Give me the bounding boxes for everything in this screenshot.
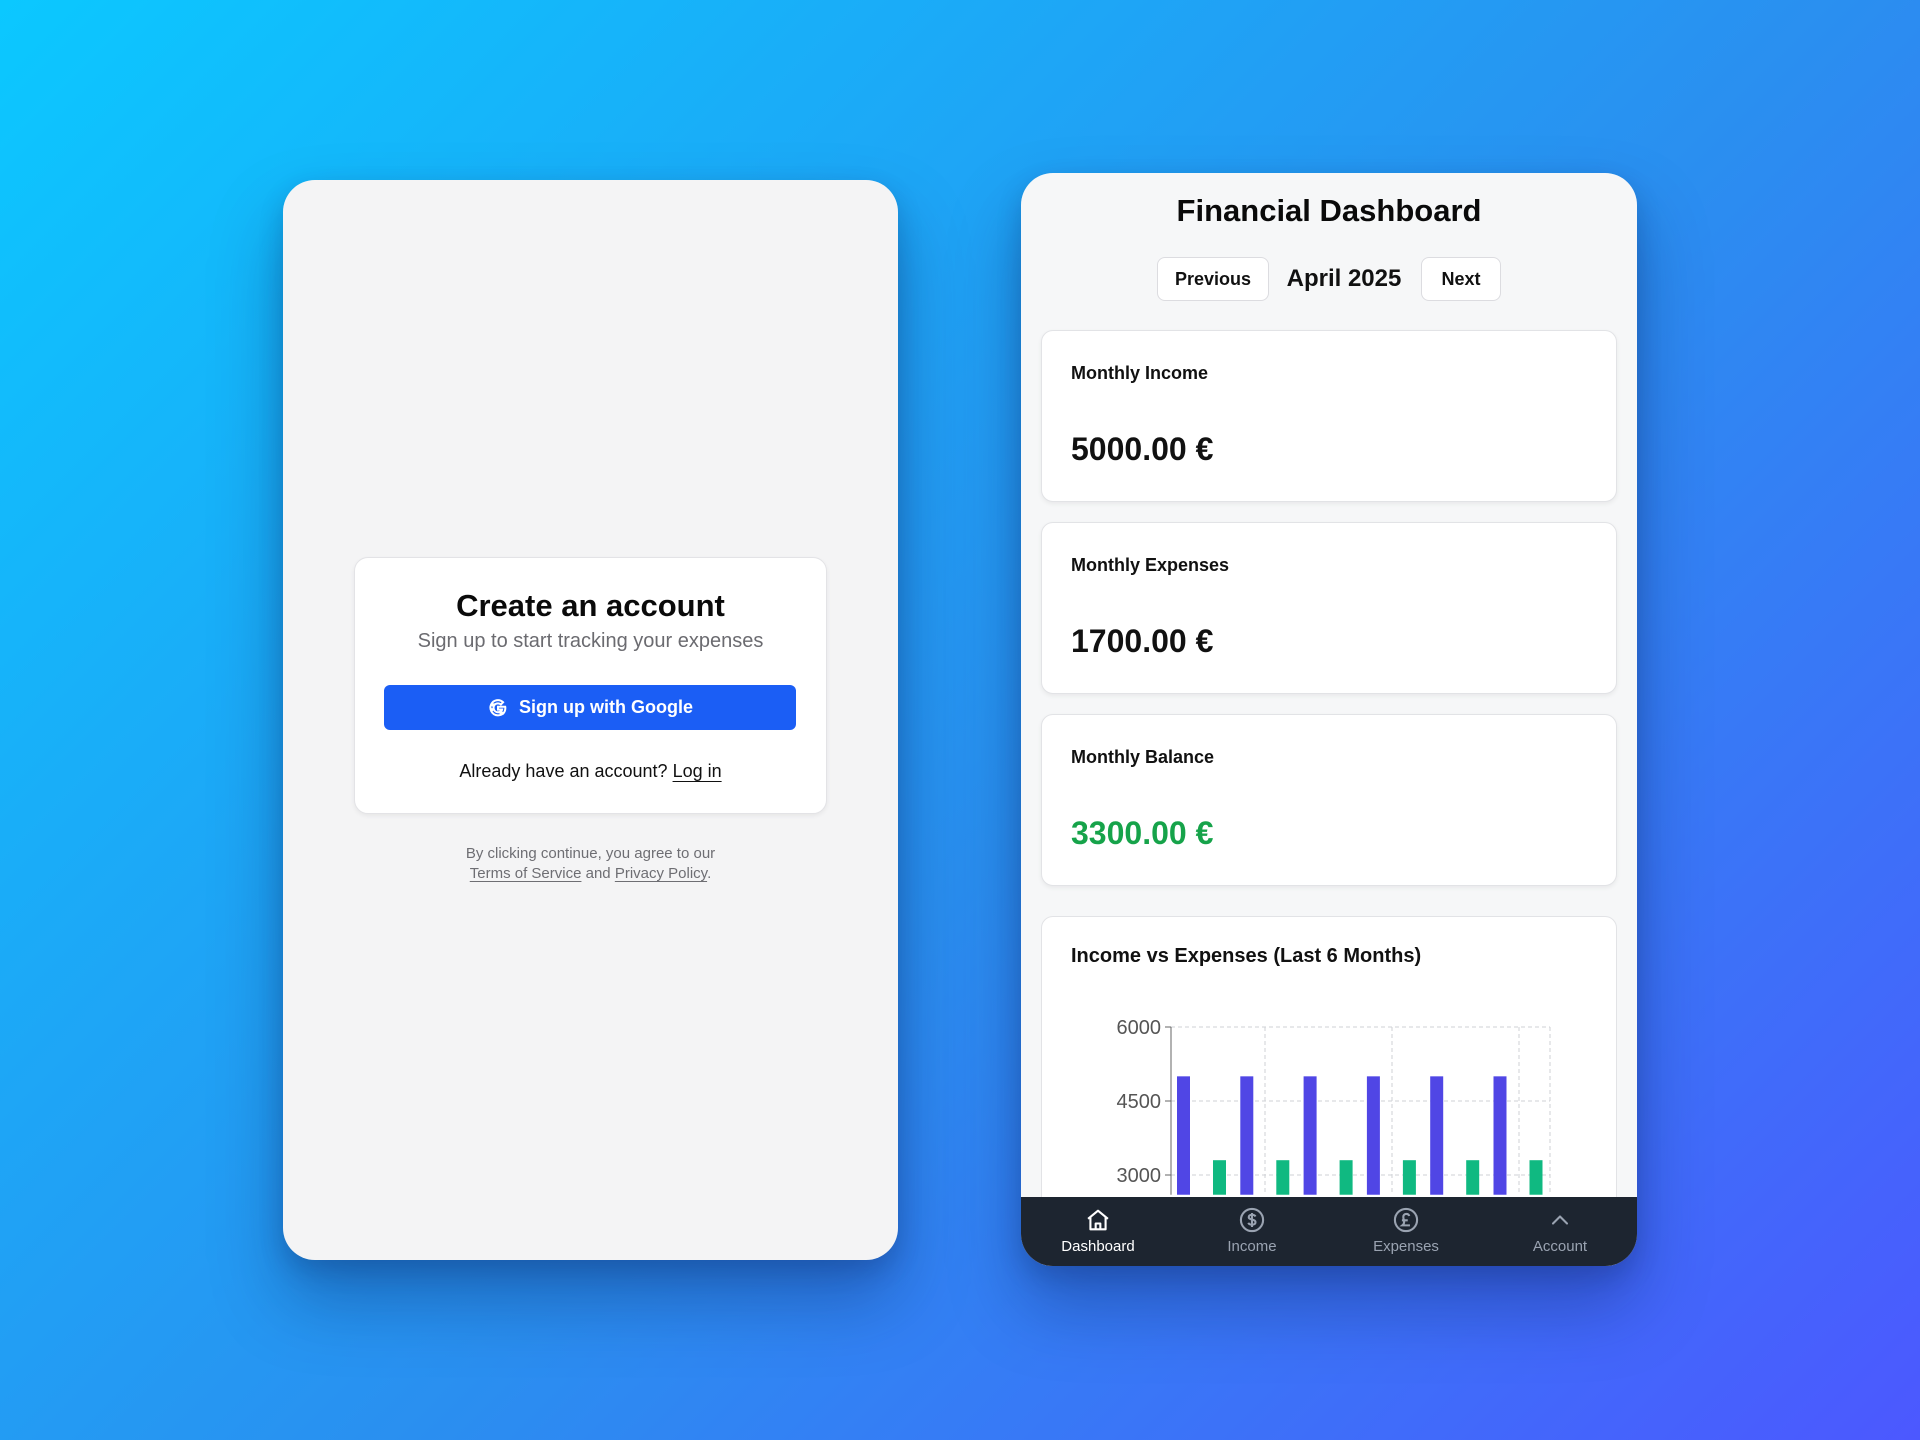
expenses-value: 1700.00 €	[1071, 623, 1214, 659]
next-month-button[interactable]: Next	[1421, 257, 1501, 301]
expense-bar	[1529, 1160, 1543, 1195]
google-signup-button[interactable]: Sign up with Google	[384, 685, 796, 730]
terms-link[interactable]: Terms of Service	[470, 865, 582, 882]
expense-bar	[1213, 1160, 1226, 1195]
tab-dashboard[interactable]: Dashboard	[1021, 1197, 1175, 1266]
tab-dashboard-label: Dashboard	[1061, 1238, 1135, 1255]
balance-label: Monthly Balance	[1071, 747, 1215, 767]
current-month: April 2025	[1286, 265, 1402, 292]
period-text: .	[707, 865, 712, 882]
income-bar	[1240, 1076, 1254, 1195]
dashboard-screen: Financial Dashboard Previous April 2025 …	[1021, 173, 1637, 1266]
signup-card: Create an account Sign up to start track…	[354, 557, 827, 814]
login-link[interactable]: Log in	[673, 761, 722, 781]
expenses-card: Monthly Expenses 1700.00 €	[1041, 522, 1617, 694]
tab-account[interactable]: Account	[1483, 1197, 1637, 1266]
expense-bar	[1466, 1160, 1480, 1195]
income-bar	[1366, 1076, 1380, 1195]
legal-line: By clicking continue, you agree to our	[465, 845, 716, 862]
tab-income[interactable]: Income	[1175, 1197, 1329, 1266]
tab-expenses-label: Expenses	[1373, 1238, 1439, 1255]
tab-income-label: Income	[1227, 1238, 1277, 1255]
login-prompt-row: Already have an account? Log in	[355, 761, 826, 782]
legal-links-line: Terms of Service and Privacy Policy.	[283, 864, 898, 884]
expense-bar	[1402, 1160, 1416, 1195]
expenses-label: Monthly Expenses	[1071, 555, 1230, 575]
tab-account-label: Account	[1532, 1238, 1588, 1255]
expense-bar	[1276, 1160, 1290, 1195]
expense-bar	[1339, 1160, 1353, 1195]
and-text: and	[585, 865, 611, 882]
income-bar	[1430, 1076, 1444, 1195]
signup-title: Create an account	[456, 588, 725, 623]
pound-circle-icon	[1393, 1207, 1419, 1233]
login-prompt-text: Already have an account?	[459, 761, 668, 781]
income-bar	[1493, 1076, 1507, 1195]
y-tick-label: 4500	[1117, 1091, 1162, 1113]
google-signup-label: Sign up with Google	[519, 697, 693, 717]
bottom-navigation: Dashboard Income Expenses Account	[1021, 1197, 1637, 1266]
y-tick-label: 3000	[1117, 1165, 1162, 1187]
month-navigator: Previous April 2025 Next	[1021, 257, 1637, 301]
income-label: Monthly Income	[1071, 363, 1209, 383]
income-bar	[1303, 1076, 1317, 1195]
balance-card: Monthly Balance 3300.00 €	[1041, 714, 1617, 886]
page-title: Financial Dashboard	[1176, 193, 1482, 228]
previous-month-button[interactable]: Previous	[1157, 257, 1269, 301]
y-tick-label: 6000	[1117, 1017, 1162, 1039]
income-bar	[1177, 1076, 1190, 1195]
income-card: Monthly Income 5000.00 €	[1041, 330, 1617, 502]
google-g-icon	[489, 698, 507, 716]
chevron-up-icon	[1551, 1215, 1569, 1225]
signup-subtitle: Sign up to start tracking your expenses	[417, 630, 764, 652]
dollar-circle-icon	[1239, 1207, 1265, 1233]
signup-screen: Create an account Sign up to start track…	[283, 180, 898, 1260]
home-icon	[1087, 1209, 1109, 1231]
legal-notice: By clicking continue, you agree to our T…	[283, 844, 898, 884]
tab-expenses[interactable]: Expenses	[1329, 1197, 1483, 1266]
balance-value: 3300.00 €	[1071, 815, 1214, 851]
privacy-link[interactable]: Privacy Policy	[615, 865, 707, 882]
income-value: 5000.00 €	[1071, 431, 1214, 467]
